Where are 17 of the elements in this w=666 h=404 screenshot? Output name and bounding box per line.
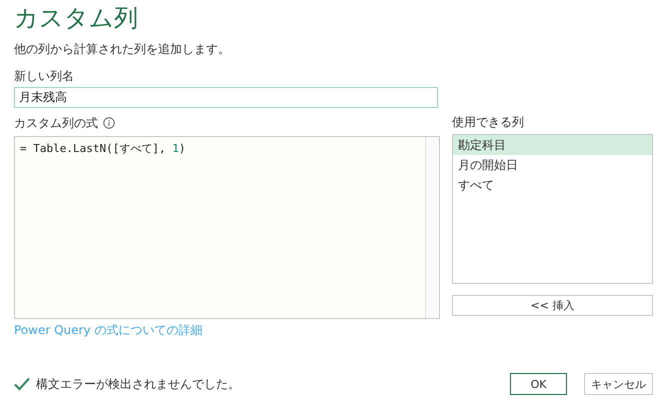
status-message: 構文エラーが検出されませんでした。 — [36, 376, 240, 392]
insert-button[interactable]: << 挿入 — [452, 295, 653, 316]
ok-button[interactable]: OK — [510, 373, 567, 395]
scrollbar[interactable] — [425, 137, 439, 318]
cancel-button[interactable]: キャンセル — [584, 373, 653, 395]
description: 他の列から計算された列を追加します。 — [14, 41, 231, 58]
field-label: 新しい列名 — [14, 68, 75, 84]
formula-text: = Table.LastN([すべて], 1) — [19, 141, 186, 157]
formula-editor[interactable]: = Table.LastN([すべて], 1) — [14, 136, 440, 319]
input-field[interactable]: 月末残高 — [14, 87, 438, 108]
field-label: カスタム列の式 — [14, 115, 98, 131]
dialog-title: カスタム列 — [14, 3, 139, 34]
list-item[interactable]: 月の開始日 — [453, 155, 652, 175]
field-label: 使用できる列 — [452, 114, 525, 131]
list-item[interactable]: すべて — [453, 175, 652, 195]
list-item[interactable]: 勘定科目 — [453, 135, 652, 155]
info-icon[interactable] — [103, 117, 115, 129]
